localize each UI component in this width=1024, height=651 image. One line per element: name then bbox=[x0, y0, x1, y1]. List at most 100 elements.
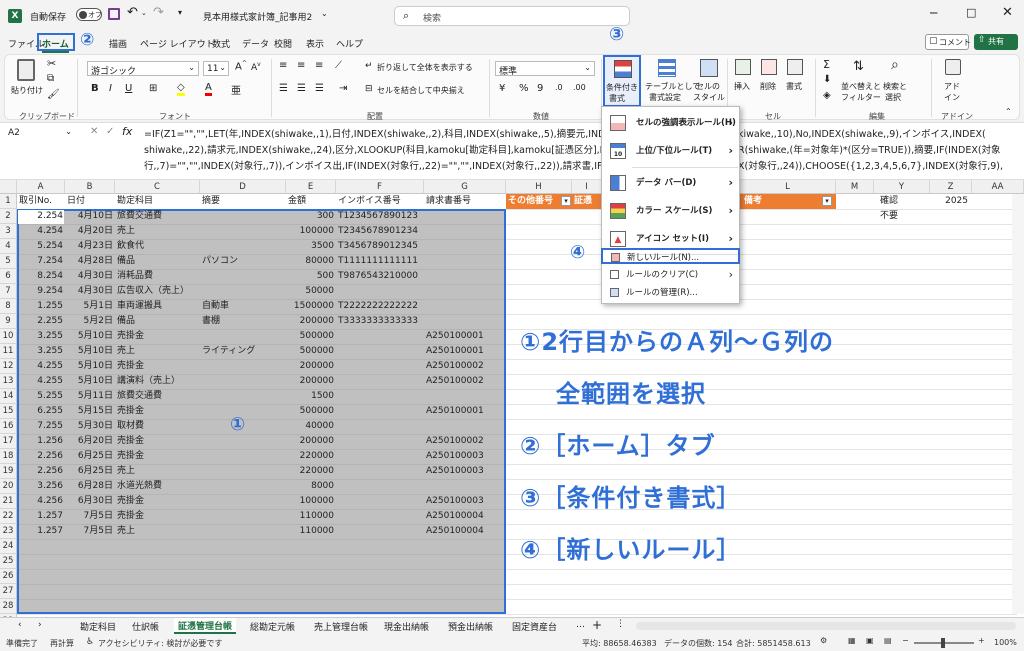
menu-item-clear-rules[interactable]: ルールのクリア(C) › bbox=[602, 267, 738, 283]
table-cell[interactable]: 4.254 bbox=[17, 224, 65, 239]
italic-icon[interactable]: I bbox=[109, 83, 112, 94]
row-header[interactable]: 5 bbox=[0, 254, 17, 269]
row-header[interactable]: 26 bbox=[0, 569, 17, 584]
table-cell[interactable]: 6月25日 bbox=[65, 449, 115, 464]
copy-icon[interactable]: ⧉ bbox=[47, 73, 54, 84]
table-cell[interactable]: 9.254 bbox=[17, 284, 65, 299]
table-cell[interactable]: 売掛金 bbox=[115, 329, 200, 344]
more-sheets-icon[interactable]: … bbox=[576, 620, 585, 630]
sheet-tab-assets[interactable]: 固定資産台 bbox=[512, 620, 557, 633]
sort-filter-button[interactable]: ⇅ 並べ替えと フィルター bbox=[841, 57, 881, 103]
table-cell[interactable] bbox=[200, 464, 286, 479]
autosave-toggle[interactable]: オフ bbox=[76, 8, 102, 21]
display-settings-icon[interactable]: ⚙ bbox=[820, 636, 827, 645]
table-cell[interactable]: 売掛金 bbox=[115, 434, 200, 449]
menu-item-color-scales[interactable]: カラー スケール(S) › bbox=[602, 197, 738, 225]
search-box[interactable]: ⌕ 検索 bbox=[394, 6, 630, 26]
tab-data[interactable]: データ bbox=[242, 37, 269, 50]
comma-icon[interactable]: 9 bbox=[537, 83, 543, 94]
customize-qat-icon[interactable]: ▾ bbox=[178, 8, 182, 17]
table-cell[interactable]: A250100001 bbox=[424, 344, 506, 359]
row-header[interactable]: 3 bbox=[0, 224, 17, 239]
table-cell[interactable]: 3500 bbox=[286, 239, 336, 254]
table-cell[interactable] bbox=[424, 299, 506, 314]
sheet-tab-journal[interactable]: 仕訳帳 bbox=[132, 620, 159, 633]
prev-sheet-icon[interactable]: ‹ bbox=[18, 620, 22, 630]
cell-y2[interactable]: 不要 bbox=[878, 209, 928, 224]
header-cell[interactable]: 請求書番号 bbox=[424, 194, 506, 209]
row-header[interactable]: 14 bbox=[0, 389, 17, 404]
table-cell[interactable]: 備品 bbox=[115, 314, 200, 329]
table-cell[interactable]: 売上 bbox=[115, 464, 200, 479]
table-cell[interactable] bbox=[336, 344, 424, 359]
table-cell[interactable] bbox=[200, 224, 286, 239]
table-cell[interactable]: T3333333333333 bbox=[336, 314, 424, 329]
decrease-font-icon[interactable]: Av bbox=[251, 61, 261, 73]
redo-icon[interactable]: ↷ bbox=[153, 5, 164, 20]
table-cell[interactable] bbox=[336, 329, 424, 344]
align-left-icon[interactable]: ☰ bbox=[279, 83, 288, 94]
table-cell[interactable]: 40000 bbox=[286, 419, 336, 434]
table-cell[interactable]: 7月5日 bbox=[65, 509, 115, 524]
table-cell[interactable]: 5月15日 bbox=[65, 404, 115, 419]
header-cell-evidence[interactable]: 証憑 bbox=[572, 194, 602, 209]
sheet-tab-cash[interactable]: 現金出納帳 bbox=[384, 620, 429, 633]
table-cell[interactable]: 500 bbox=[286, 269, 336, 284]
table-cell[interactable]: 車両運搬具 bbox=[115, 299, 200, 314]
table-cell[interactable] bbox=[336, 494, 424, 509]
header-cell[interactable]: 日付 bbox=[65, 194, 115, 209]
menu-item-new-rule[interactable]: 新しいルール(N)... bbox=[601, 248, 740, 264]
table-cell[interactable]: 売上 bbox=[115, 524, 200, 539]
column-header-m[interactable]: M bbox=[836, 180, 874, 194]
table-cell[interactable]: A250100003 bbox=[424, 494, 506, 509]
share-button[interactable]: ⇧ 共有 bbox=[974, 34, 1018, 50]
tab-help[interactable]: ヘルプ bbox=[336, 37, 363, 50]
zoom-out-icon[interactable]: − bbox=[902, 636, 909, 645]
font-size-select[interactable]: 11 ⌄ bbox=[203, 61, 229, 76]
row-header[interactable]: 23 bbox=[0, 524, 17, 539]
worksheet-grid[interactable]: A B C D E F G H I L M Y Z AA 1 2 3 4 5 6 7 8 9 10… bbox=[0, 180, 1024, 620]
row-header[interactable]: 19 bbox=[0, 464, 17, 479]
row-header[interactable]: 28 bbox=[0, 599, 17, 614]
minimize-icon[interactable]: ─ bbox=[930, 6, 937, 20]
row-header[interactable]: 22 bbox=[0, 509, 17, 524]
table-cell[interactable]: 110000 bbox=[286, 509, 336, 524]
table-cell[interactable]: 200000 bbox=[286, 314, 336, 329]
table-cell[interactable]: A250100004 bbox=[424, 509, 506, 524]
menu-item-top-bottom-rules[interactable]: 10 上位/下位ルール(T) › bbox=[602, 137, 738, 165]
row-header[interactable]: 24 bbox=[0, 539, 17, 554]
table-cell[interactable]: 4月30日 bbox=[65, 284, 115, 299]
insert-function-icon[interactable]: fx bbox=[122, 125, 132, 138]
align-top-icon[interactable]: ≡ bbox=[279, 60, 287, 71]
paste-button[interactable]: 貼り付け bbox=[11, 57, 43, 101]
column-header-f[interactable]: F bbox=[336, 180, 424, 194]
table-cell[interactable]: 6.255 bbox=[17, 404, 65, 419]
phonetic-icon[interactable]: 亜 bbox=[231, 82, 241, 97]
table-cell[interactable]: 1.257 bbox=[17, 524, 65, 539]
font-name-select[interactable]: 游ゴシック ⌄ bbox=[87, 61, 199, 77]
cell-styles-button[interactable]: セルの スタイル bbox=[693, 57, 725, 103]
menu-dots-icon[interactable]: ⋮ bbox=[616, 619, 625, 629]
decrease-decimal-icon[interactable]: .00 bbox=[573, 83, 586, 92]
underline-icon[interactable]: U bbox=[125, 83, 132, 94]
header-cell[interactable]: 金額 bbox=[286, 194, 336, 209]
table-cell[interactable] bbox=[200, 374, 286, 389]
row-header[interactable]: 2 bbox=[0, 209, 17, 224]
table-cell[interactable]: T3456789012345 bbox=[336, 239, 424, 254]
table-cell[interactable] bbox=[336, 434, 424, 449]
table-cell[interactable] bbox=[424, 224, 506, 239]
table-cell[interactable] bbox=[200, 329, 286, 344]
table-cell[interactable]: 7.254 bbox=[17, 254, 65, 269]
table-cell[interactable]: 水道光熱費 bbox=[115, 479, 200, 494]
table-cell[interactable]: A250100002 bbox=[424, 374, 506, 389]
row-header[interactable]: 17 bbox=[0, 434, 17, 449]
column-header-h[interactable]: H bbox=[506, 180, 572, 194]
filter-dropdown-icon[interactable]: ▾ bbox=[561, 196, 571, 206]
table-cell[interactable]: 4月28日 bbox=[65, 254, 115, 269]
insert-button[interactable]: 挿入 bbox=[733, 57, 755, 97]
table-cell[interactable]: 200000 bbox=[286, 434, 336, 449]
currency-icon[interactable]: ¥ bbox=[499, 83, 505, 94]
table-cell[interactable] bbox=[424, 389, 506, 404]
table-cell[interactable]: 8.254 bbox=[17, 269, 65, 284]
cancel-entry-icon[interactable]: ✕ bbox=[90, 126, 98, 137]
